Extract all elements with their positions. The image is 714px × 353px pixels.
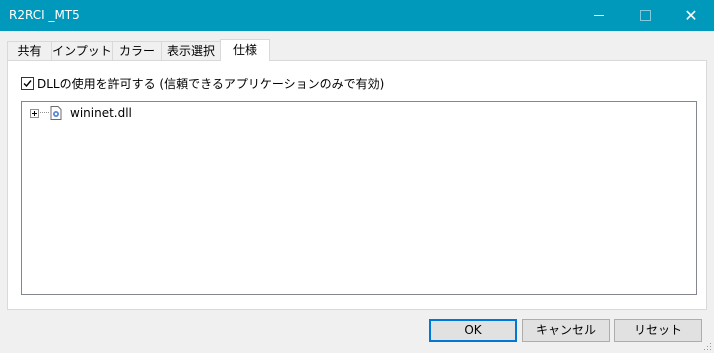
- dependencies-panel: DLLの使用を許可する (信頼できるアプリケーションのみで有効) wininet…: [7, 60, 707, 310]
- close-button[interactable]: ✕: [668, 0, 714, 31]
- maximize-button: [622, 0, 668, 31]
- dependency-tree[interactable]: wininet.dll: [21, 101, 697, 295]
- cancel-button[interactable]: キャンセル: [522, 319, 610, 342]
- tab-colors[interactable]: カラー: [112, 41, 162, 60]
- title-bar: R2RCI _MT5 ✕: [0, 0, 714, 31]
- allow-dll-label: DLLの使用を許可する (信頼できるアプリケーションのみで有効): [37, 77, 385, 91]
- tab-inputs[interactable]: インプット: [51, 41, 113, 60]
- allow-dll-checkbox[interactable]: [21, 77, 34, 90]
- reset-button[interactable]: リセット: [614, 319, 702, 342]
- expand-icon[interactable]: [30, 108, 39, 118]
- tree-item-label: wininet.dll: [70, 106, 132, 120]
- minimize-button[interactable]: [576, 0, 622, 31]
- tree-item[interactable]: wininet.dll: [30, 106, 132, 120]
- tab-visualization[interactable]: 表示選択: [161, 41, 221, 60]
- close-icon: ✕: [684, 5, 698, 25]
- resize-grip-icon[interactable]: [702, 341, 712, 351]
- minimize-icon: [594, 15, 604, 16]
- tab-strip: 共有 インプット カラー 表示選択 仕様: [7, 39, 707, 61]
- tab-dependencies[interactable]: 仕様: [220, 39, 270, 61]
- tab-common[interactable]: 共有: [7, 41, 52, 60]
- ok-button[interactable]: OK: [429, 319, 517, 342]
- tree-connector: [40, 112, 49, 114]
- allow-dll-option[interactable]: DLLの使用を許可する (信頼できるアプリケーションのみで有効): [21, 75, 384, 92]
- maximize-icon: [639, 10, 651, 21]
- checkmark-icon: [23, 80, 32, 88]
- window-title: R2RCI _MT5: [9, 8, 80, 22]
- dll-file-icon: [50, 106, 62, 120]
